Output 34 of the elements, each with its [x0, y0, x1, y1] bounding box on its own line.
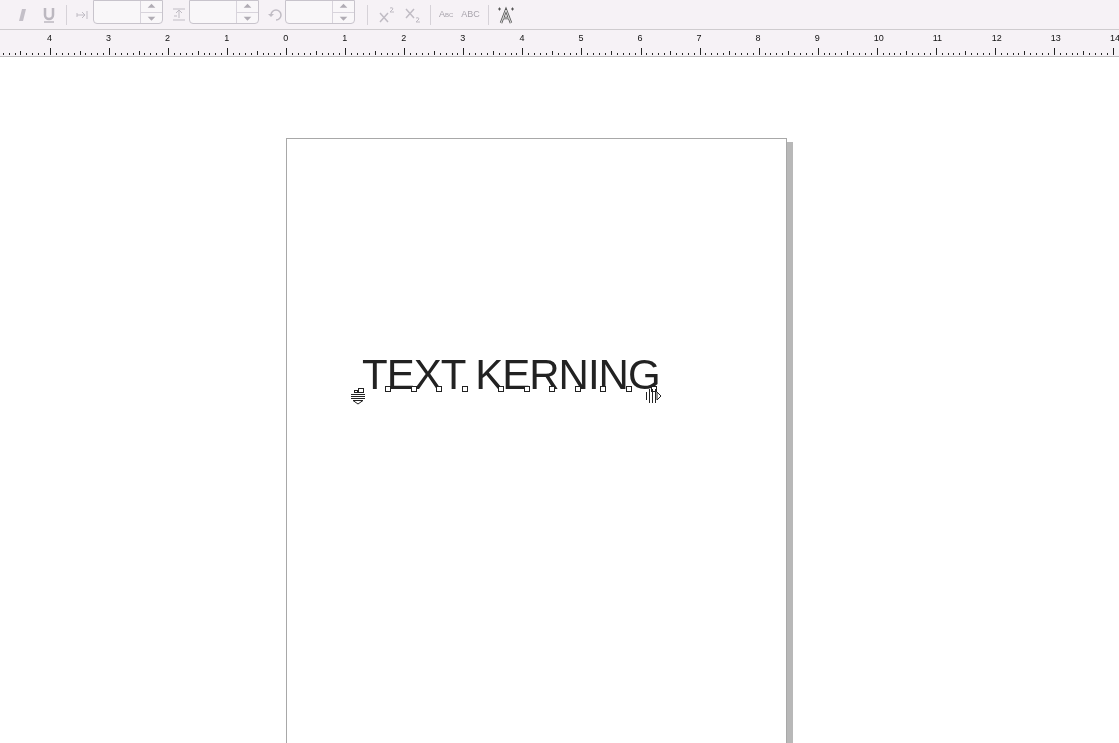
- ruler-label: 3: [106, 34, 112, 43]
- spin-field[interactable]: [189, 0, 259, 24]
- superscript-icon[interactable]: [378, 5, 396, 24]
- vertical-spacing-icon[interactable]: [171, 5, 187, 24]
- ruler-label: 0: [283, 34, 289, 43]
- ruler-label: 2: [401, 34, 407, 43]
- spin-up-button[interactable]: [141, 1, 162, 13]
- text-object[interactable]: TEXT KERNING: [362, 354, 660, 396]
- spin-field[interactable]: [285, 0, 355, 24]
- ruler-label: 2: [165, 34, 171, 43]
- ruler-label: 6: [637, 34, 643, 43]
- line-spacing-handle-icon[interactable]: [350, 387, 368, 405]
- ruler-label: 7: [696, 34, 702, 43]
- ruler-label: 1: [342, 34, 348, 43]
- ruler-label: 1: [224, 34, 230, 43]
- spin-up-button[interactable]: [333, 1, 354, 13]
- spin-field[interactable]: [93, 0, 163, 24]
- ruler-label: 11: [932, 34, 943, 43]
- ruler-label: 12: [991, 34, 1002, 43]
- all-caps-button[interactable]: ABC: [461, 7, 480, 22]
- ruler-label: 8: [755, 34, 761, 43]
- ruler-label: 10: [873, 34, 884, 43]
- kerning-handle-icon[interactable]: [645, 389, 662, 403]
- spin-up-button[interactable]: [237, 1, 258, 13]
- ruler-label: 5: [578, 34, 584, 43]
- ruler-label: 9: [814, 34, 820, 43]
- small-caps-button[interactable]: Abc: [439, 7, 454, 22]
- ruler-label: 3: [460, 34, 466, 43]
- ruler-label: 4: [47, 34, 52, 43]
- text-properties-icon[interactable]: [496, 5, 515, 24]
- underline-icon[interactable]: [42, 5, 56, 24]
- ruler-label: 14: [1109, 34, 1119, 43]
- ruler-label: 13: [1050, 34, 1061, 43]
- ruler-label: 4: [519, 34, 525, 43]
